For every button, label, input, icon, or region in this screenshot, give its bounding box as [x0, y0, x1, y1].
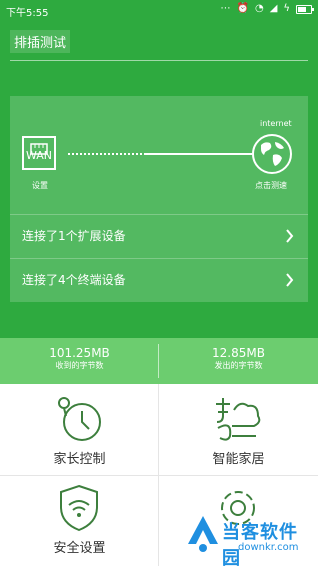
internet-label: internet: [260, 119, 292, 128]
title-divider: [10, 60, 308, 61]
extension-devices-row[interactable]: 连接了1个扩展设备: [10, 214, 308, 257]
globe-icon[interactable]: [251, 133, 293, 175]
router-panel: WAN 设置 internet 点击测速 连接了1个扩展设备 连接了4个终端设备: [10, 96, 308, 302]
parental-control-icon: [58, 397, 101, 441]
chevron-right-icon: [286, 273, 294, 287]
traffic-stats: 101.25MB 收到的字节数 12.85MB 发出的字节数: [0, 338, 318, 384]
wan-text: WAN: [25, 149, 53, 162]
watermark-icon: [188, 516, 218, 552]
received-stat: 101.25MB 收到的字节数: [0, 346, 159, 372]
sent-value: 12.85MB: [212, 346, 265, 360]
status-icons: ⋯ ⏰ ◔ ◢ ϟ: [220, 3, 314, 15]
watermark-site: downkr.com: [238, 542, 299, 553]
chevron-right-icon: [286, 229, 294, 243]
network-topology: WAN 设置 internet 点击测速: [10, 96, 308, 214]
watermark-logo: 当客软件园 downkr.com: [184, 512, 314, 569]
security-shield-icon: [60, 484, 98, 532]
alarm-icon: ⏰: [236, 3, 249, 14]
smart-home-icon: [216, 398, 261, 441]
more-icon: ⋯: [220, 3, 231, 14]
speed-test-label[interactable]: 点击测速: [255, 180, 287, 191]
wan-settings-label[interactable]: 设置: [32, 180, 48, 191]
received-value: 101.25MB: [49, 346, 110, 360]
parental-control-label: 家长控制: [53, 452, 106, 467]
page-title: 排插测试: [10, 30, 71, 53]
terminal-devices-row[interactable]: 连接了4个终端设备: [10, 258, 308, 301]
terminal-devices-label: 连接了4个终端设备: [22, 273, 126, 287]
wifi-icon: ◔: [254, 3, 264, 14]
received-caption: 收到的字节数: [55, 361, 104, 370]
status-bar: 下午5:55 ⋯ ⏰ ◔ ◢ ϟ: [0, 0, 318, 20]
security-settings-label: 安全设置: [53, 541, 106, 556]
wan-port-icon[interactable]: WAN: [22, 136, 56, 170]
smart-home-tile[interactable]: 智能家居: [159, 384, 318, 475]
dotted-connection: [68, 153, 146, 155]
smart-home-label: 智能家居: [212, 452, 265, 467]
sent-caption: 发出的字节数: [214, 361, 263, 370]
signal-icon: ◢: [269, 3, 278, 14]
battery-icon: [296, 4, 314, 14]
sent-stat: 12.85MB 发出的字节数: [159, 346, 318, 372]
status-time: 下午5:55: [6, 8, 49, 19]
security-settings-tile[interactable]: 安全设置: [0, 475, 159, 566]
charging-icon: ϟ: [283, 3, 290, 14]
feature-grid: 家长控制 智能家居 安全设置 当客软件园 downkr.com: [0, 384, 318, 569]
extension-devices-label: 连接了1个扩展设备: [22, 229, 126, 243]
solid-connection: [146, 153, 252, 155]
parental-control-tile[interactable]: 家长控制: [0, 384, 159, 475]
